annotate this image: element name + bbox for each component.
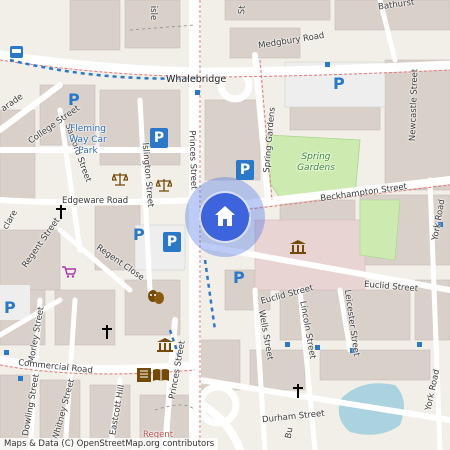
place-label-car-park: Fleming Way Car Park — [69, 124, 107, 156]
street-label-st-top: St — [237, 5, 248, 15]
place-label-spring-gardens: Spring Gardens — [297, 152, 335, 173]
map-view[interactable]: Whalebridge Medgbury Road Bathurst St is… — [0, 0, 450, 450]
location-marker[interactable] — [201, 193, 249, 241]
street-label-edgeware-road: Edgeware Road — [62, 196, 129, 206]
parking-icon[interactable]: P — [333, 74, 345, 93]
parking-icon[interactable]: P — [4, 298, 16, 317]
library-icon[interactable] — [153, 368, 169, 382]
church-icon[interactable] — [56, 205, 66, 219]
scales-icon[interactable] — [112, 172, 128, 186]
street-label-princes-street-north: Princes Street — [186, 130, 199, 190]
library-icon[interactable] — [137, 368, 151, 382]
parking-icon[interactable]: P — [163, 232, 181, 252]
street-label-whalebridge: Whalebridge — [166, 74, 227, 85]
parking-icon[interactable]: P — [236, 160, 254, 180]
map-attribution: Maps & Data (C) OpenStreetMap.org contri… — [0, 438, 219, 450]
parking-icon[interactable]: P — [233, 268, 245, 287]
home-icon — [215, 206, 235, 226]
parking-icon[interactable]: P — [133, 225, 145, 244]
church-icon[interactable] — [102, 325, 112, 339]
museum-icon[interactable] — [290, 240, 306, 254]
theatre-icon[interactable] — [147, 290, 165, 304]
street-label-isle: isle — [148, 5, 159, 21]
church-icon[interactable] — [293, 384, 303, 398]
parking-icon[interactable]: P — [68, 90, 80, 109]
museum-icon[interactable] — [157, 338, 173, 352]
shop-icon[interactable] — [62, 266, 76, 278]
scales-icon[interactable] — [156, 178, 172, 192]
parking-icon[interactable]: P — [150, 128, 168, 148]
street-label-bu: Bu — [283, 426, 296, 440]
